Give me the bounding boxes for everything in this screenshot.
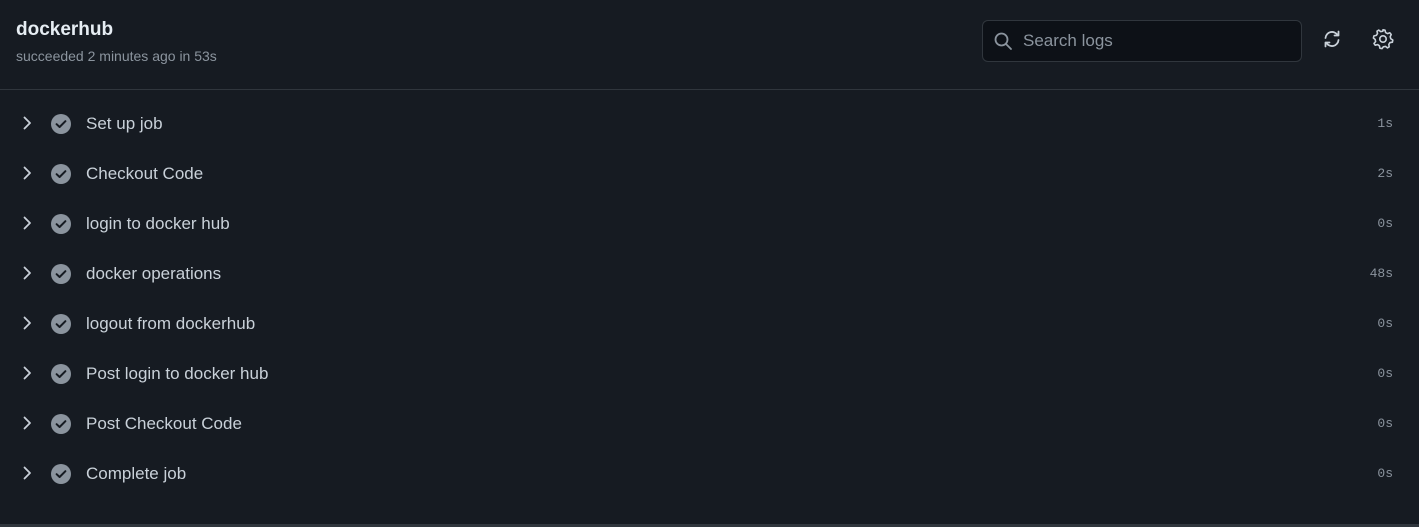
check-circle-icon	[51, 164, 71, 184]
job-status-text: succeeded 2 minutes ago in 53s	[16, 48, 217, 64]
step-name: Post login to docker hub	[86, 364, 269, 383]
check-circle-icon	[51, 414, 71, 434]
step-duration: 0s	[1377, 366, 1393, 381]
step-duration: 0s	[1377, 316, 1393, 331]
step-name: Post Checkout Code	[86, 414, 242, 433]
step-row-6[interactable]: Post login to docker hub 0s	[0, 349, 1419, 399]
chevron-right-icon[interactable]	[18, 464, 36, 482]
step-name: login to docker hub	[86, 214, 230, 233]
step-row-2[interactable]: Checkout Code 2s	[0, 149, 1419, 199]
step-name: Set up job	[86, 114, 163, 133]
step-row-7[interactable]: Post Checkout Code 0s	[0, 399, 1419, 449]
chevron-right-icon[interactable]	[18, 364, 36, 382]
step-name: Checkout Code	[86, 164, 204, 183]
check-circle-icon	[51, 314, 71, 334]
check-circle-icon	[51, 264, 71, 284]
refresh-button[interactable]	[1315, 24, 1349, 58]
chevron-right-icon[interactable]	[18, 264, 36, 282]
search-logs-input[interactable]	[1023, 21, 1293, 61]
step-duration: 1s	[1377, 116, 1393, 131]
step-duration: 0s	[1377, 416, 1393, 431]
step-duration: 0s	[1377, 216, 1393, 231]
check-circle-icon	[51, 364, 71, 384]
step-list: Set up job 1s Checkout Code 2s login to …	[0, 99, 1419, 499]
search-icon	[993, 31, 1013, 51]
search-logs-box[interactable]	[982, 20, 1302, 62]
chevron-right-icon[interactable]	[18, 164, 36, 182]
step-name: logout from dockerhub	[86, 314, 256, 333]
step-name: docker operations	[86, 264, 222, 283]
check-circle-icon	[51, 464, 71, 484]
sync-icon	[1322, 29, 1342, 54]
settings-button[interactable]	[1366, 24, 1400, 58]
step-row-3[interactable]: login to docker hub 0s	[0, 199, 1419, 249]
step-duration: 0s	[1377, 466, 1393, 481]
step-name: Complete job	[86, 464, 187, 483]
step-row-5[interactable]: logout from dockerhub 0s	[0, 299, 1419, 349]
job-log-panel: dockerhub succeeded 2 minutes ago in 53s	[0, 0, 1419, 527]
step-duration: 48s	[1369, 266, 1393, 281]
step-row-1[interactable]: Set up job 1s	[0, 99, 1419, 149]
check-circle-icon	[51, 114, 71, 134]
chevron-right-icon[interactable]	[18, 114, 36, 132]
step-row-8[interactable]: Complete job 0s	[0, 449, 1419, 499]
step-row-4[interactable]: docker operations 48s	[0, 249, 1419, 299]
job-header: dockerhub succeeded 2 minutes ago in 53s	[0, 0, 1419, 90]
chevron-right-icon[interactable]	[18, 314, 36, 332]
chevron-right-icon[interactable]	[18, 214, 36, 232]
gear-icon	[1372, 28, 1394, 55]
job-title: dockerhub	[16, 19, 114, 40]
check-circle-icon	[51, 214, 71, 234]
step-duration: 2s	[1377, 166, 1393, 181]
chevron-right-icon[interactable]	[18, 414, 36, 432]
